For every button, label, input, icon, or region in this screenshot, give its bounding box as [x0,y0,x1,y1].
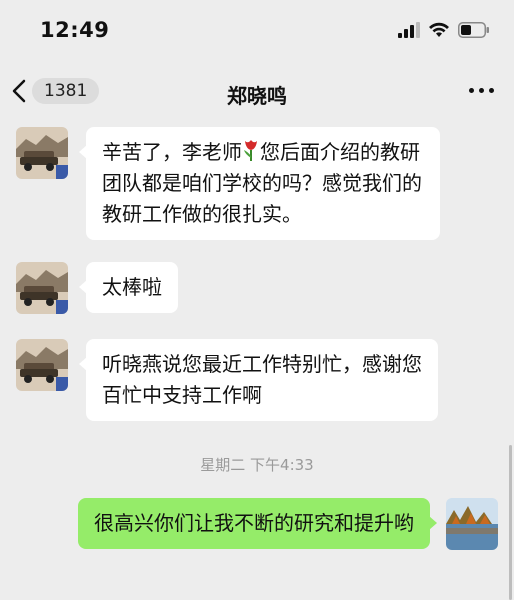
more-dot-icon [489,88,494,93]
message-text: 辛苦了，李老师 [102,140,242,164]
more-dot-icon [469,88,474,93]
contact-avatar[interactable] [16,339,68,391]
message-bubble-3[interactable]: 听晓燕说您最近工作特别忙，感谢您百忙中支持工作啊 [79,339,438,421]
contact-avatar[interactable] [16,127,68,179]
contact-avatar[interactable] [16,262,68,314]
more-dot-icon [479,88,484,93]
wifi-icon [429,22,449,37]
status-time: 12:49 [40,18,110,42]
chat-header: 1381 郑晓鸣 [0,62,514,122]
avatar-image [16,262,68,314]
message-text: 听晓燕说您最近工作特别忙，感谢您百忙中支持工作啊 [102,352,422,407]
chat-title: 郑晓鸣 [227,84,287,108]
signal-icon [398,22,420,38]
message-text: 太棒啦 [102,275,162,299]
scrollbar[interactable] [509,445,512,600]
my-avatar[interactable] [446,498,498,550]
battery-icon [458,22,489,38]
status-icons [398,22,490,38]
tulip-emoji-icon [244,140,257,161]
avatar-image [16,339,68,391]
status-bar: 12:49 [0,0,514,62]
message-bubble-4[interactable]: 很高兴你们让我不断的研究和提升哟 [78,498,437,549]
more-options-button[interactable] [469,88,494,93]
message-bubble-1[interactable]: 辛苦了，李老师 您后面介绍的教研团队都是咱们学校的吗？感觉我们的教研工作做的很扎… [79,127,440,240]
avatar-image [446,498,498,550]
message-text: 很高兴你们让我不断的研究和提升哟 [94,511,414,535]
message-timestamp: 星期二 下午4:33 [200,456,314,474]
message-bubble-2[interactable]: 太棒啦 [79,262,178,313]
avatar-image [16,127,68,179]
